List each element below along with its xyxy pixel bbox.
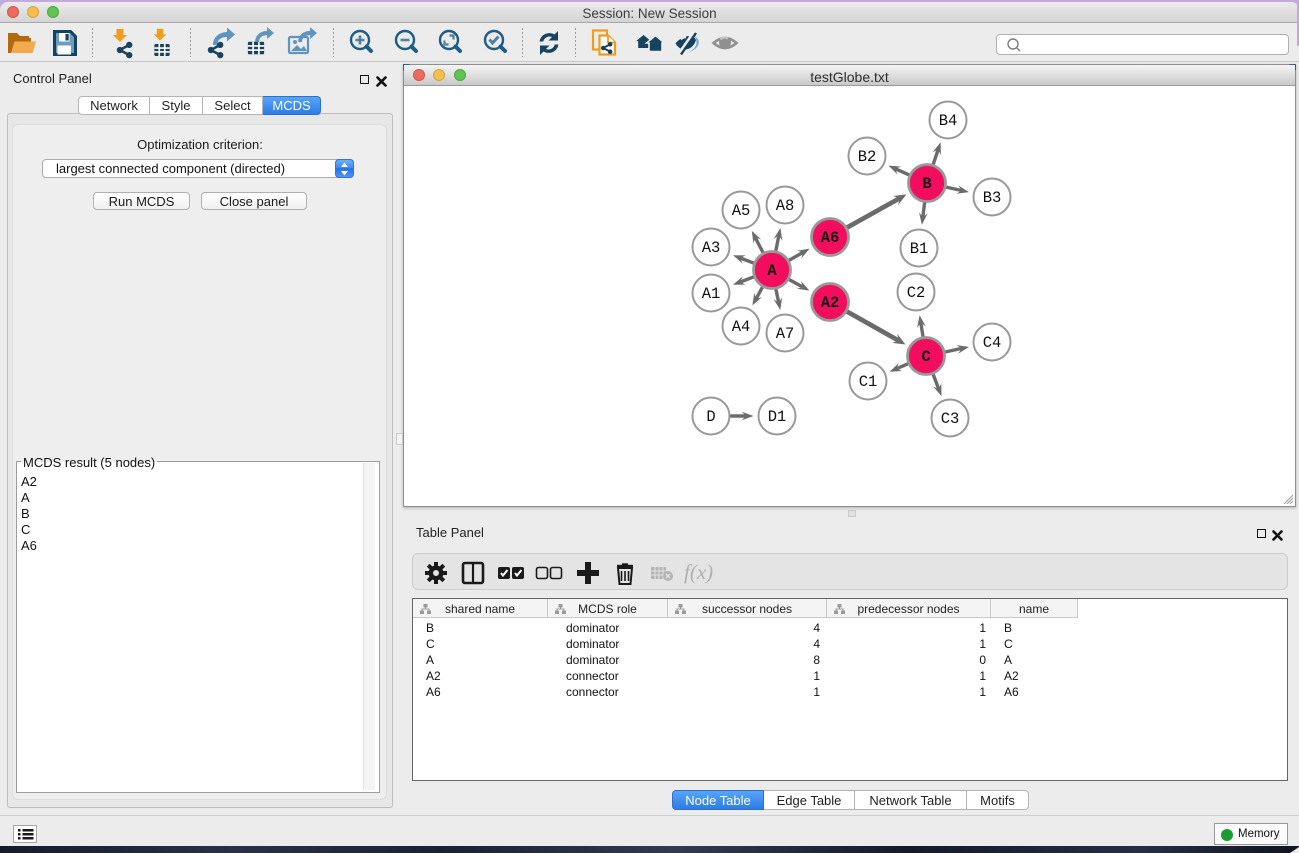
svg-text:D1: D1: [768, 408, 787, 426]
svg-text:B3: B3: [983, 189, 1002, 207]
svg-text:A5: A5: [732, 202, 751, 220]
svg-text:A6: A6: [821, 229, 840, 247]
svg-text:A7: A7: [776, 325, 795, 343]
svg-text:A2: A2: [821, 294, 840, 312]
svg-text:C3: C3: [941, 410, 960, 428]
svg-text:C4: C4: [983, 334, 1002, 352]
svg-text:A: A: [767, 262, 777, 280]
svg-text:B: B: [922, 175, 931, 193]
svg-text:C: C: [921, 348, 930, 366]
svg-text:A1: A1: [702, 285, 721, 303]
svg-text:D: D: [706, 408, 715, 426]
svg-text:A8: A8: [776, 197, 795, 215]
svg-text:C2: C2: [907, 284, 926, 302]
svg-text:B1: B1: [910, 240, 929, 258]
svg-text:C1: C1: [859, 373, 878, 391]
svg-text:B4: B4: [939, 112, 958, 130]
svg-text:B2: B2: [858, 148, 877, 166]
svg-text:A4: A4: [732, 318, 751, 336]
svg-text:A3: A3: [702, 239, 721, 257]
